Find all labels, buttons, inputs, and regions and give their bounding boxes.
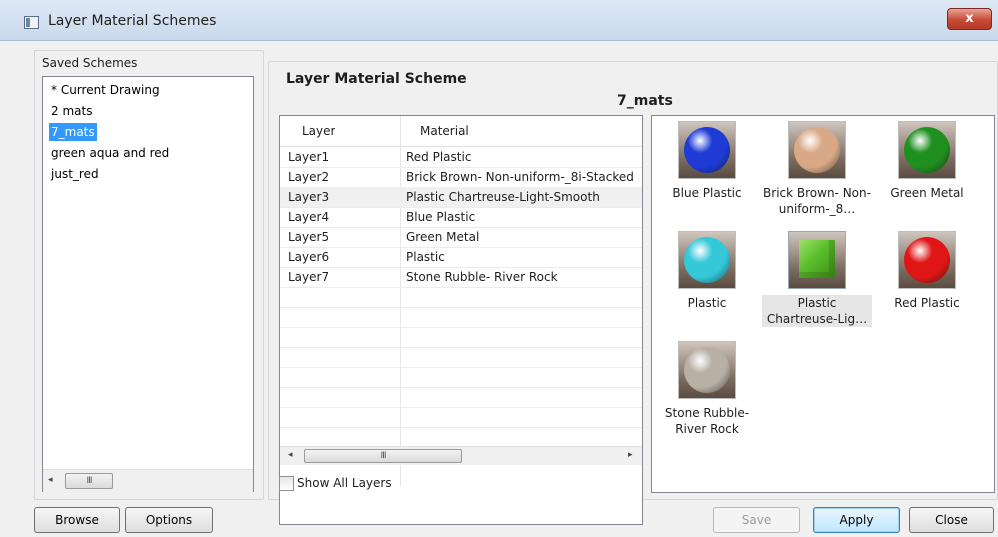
apply-button[interactable]: Apply	[813, 507, 900, 533]
material-preview-image	[898, 121, 956, 179]
material-name-cell: Brick Brown- Non-uniform-_8i-Stacked	[406, 170, 634, 184]
table-row[interactable]: Layer7 Stone Rubble- River Rock	[280, 267, 642, 288]
material-swatch-grid[interactable]: Blue Plastic Brick Brown- Non-uniform-_8……	[651, 115, 995, 493]
column-header-material[interactable]: Material	[420, 121, 469, 141]
layer-table-scroll-thumb[interactable]: III	[304, 449, 462, 463]
sphere-preview-icon	[794, 127, 840, 173]
table-row-empty	[280, 327, 642, 348]
table-row-empty	[280, 427, 642, 448]
saved-schemes-label: Saved Schemes	[42, 56, 138, 70]
table-row-empty	[280, 347, 642, 368]
layer-material-scheme-group: Layer Material Scheme 7_mats Layer Mater…	[268, 61, 998, 525]
sphere-preview-icon	[684, 127, 730, 173]
table-row[interactable]: Layer6 Plastic	[280, 247, 642, 268]
material-name-cell: Stone Rubble- River Rock	[406, 270, 558, 284]
material-swatch-label: Brick Brown- Non-uniform-_8…	[763, 186, 871, 216]
sphere-preview-icon	[904, 237, 950, 283]
scroll-left-arrow-icon[interactable]: ◂	[288, 450, 293, 460]
material-preview-image	[678, 231, 736, 289]
material-swatch[interactable]: Green Metal	[872, 121, 982, 201]
options-button[interactable]: Options	[125, 507, 213, 533]
table-row-empty	[280, 307, 642, 328]
table-row[interactable]: Layer5 Green Metal	[280, 227, 642, 248]
scheme-list-item[interactable]: * Current Drawing	[49, 81, 162, 99]
sphere-preview-icon	[904, 127, 950, 173]
layer-name-cell: Layer3	[288, 190, 330, 204]
scheme-list-item[interactable]: just_red	[49, 165, 101, 183]
material-name-cell: Red Plastic	[406, 150, 472, 164]
column-divider	[400, 116, 401, 146]
material-name-cell: Blue Plastic	[406, 210, 476, 224]
saved-schemes-list[interactable]: * Current Drawing 2 mats 7_matsgreen aqua …	[42, 76, 254, 492]
show-all-layers-label: Show All Layers	[297, 476, 392, 490]
layer-name-cell: Layer6	[288, 250, 330, 264]
material-swatch[interactable]: Brick Brown- Non-uniform-_8…	[762, 121, 872, 217]
material-swatch[interactable]: Plastic Chartreuse-Lig…	[762, 231, 872, 327]
material-swatch[interactable]: Blue Plastic	[652, 121, 762, 201]
layer-table[interactable]: Layer Material Layer1 Red Plastic Layer2 Br…	[279, 115, 643, 525]
table-row[interactable]: Layer3 Plastic Chartreuse-Light-Smooth	[280, 187, 642, 208]
checkbox-box[interactable]	[279, 476, 294, 491]
layer-name-cell: Layer1	[288, 150, 330, 164]
material-name-cell: Plastic	[406, 250, 445, 264]
table-row[interactable]: Layer1 Red Plastic	[280, 147, 642, 168]
scroll-grip-icon: III	[380, 451, 387, 461]
layer-table-header: Layer Material	[280, 116, 642, 147]
sphere-preview-icon	[684, 237, 730, 283]
material-swatch[interactable]: Red Plastic	[872, 231, 982, 311]
close-button[interactable]: Close	[909, 507, 994, 533]
scheme-name: 7_mats	[617, 93, 673, 109]
scroll-grip-icon: III	[86, 476, 93, 486]
window-icon	[24, 16, 39, 29]
material-swatch-label: Plastic	[687, 296, 727, 310]
material-preview-image	[788, 231, 846, 289]
table-row[interactable]: Layer2 Brick Brown- Non-uniform-_8i-Stack…	[280, 167, 642, 188]
material-preview-image	[678, 121, 736, 179]
material-preview-image	[678, 341, 736, 399]
material-swatch-label: Green Metal	[890, 186, 964, 200]
material-swatch-label: Blue Plastic	[672, 186, 742, 200]
material-preview-image	[898, 231, 956, 289]
window-title: Layer Material Schemes	[48, 13, 217, 29]
layer-rows: Layer1 Red Plastic Layer2 Brick Brown- Non-…	[280, 147, 642, 448]
layer-name-cell: Layer4	[288, 210, 330, 224]
cube-preview-icon	[799, 240, 835, 278]
material-name-cell: Green Metal	[406, 230, 480, 244]
saved-schemes-group: Saved Schemes * Current Drawing 2 mats 7_m…	[34, 50, 264, 500]
layer-table-hscroll[interactable]: ◂ III ▸	[280, 446, 642, 465]
scroll-right-arrow-icon[interactable]: ▸	[628, 450, 633, 460]
material-name-cell: Plastic Chartreuse-Light-Smooth	[406, 190, 600, 204]
material-preview-image	[788, 121, 846, 179]
scheme-group-title: Layer Material Scheme	[286, 71, 467, 87]
saved-schemes-hscroll[interactable]: ◂ III	[43, 469, 253, 492]
material-swatch-label: Red Plastic	[894, 296, 960, 310]
table-row[interactable]: Layer4 Blue Plastic	[280, 207, 642, 228]
scroll-left-arrow-icon[interactable]: ◂	[48, 475, 53, 485]
saved-schemes-scroll-thumb[interactable]: III	[65, 473, 113, 489]
material-swatch-label: Stone Rubble- River Rock	[664, 406, 750, 436]
title-bar[interactable]: Layer Material Schemes x	[0, 0, 998, 41]
material-swatch[interactable]: Stone Rubble- River Rock	[652, 341, 762, 437]
scheme-list-item[interactable]: 2 mats	[49, 102, 94, 120]
table-row-empty	[280, 367, 642, 388]
browse-button[interactable]: Browse	[34, 507, 120, 533]
column-header-layer[interactable]: Layer	[302, 121, 335, 141]
save-button[interactable]: Save	[713, 507, 800, 533]
close-window-button[interactable]: x	[947, 8, 992, 30]
table-row-empty	[280, 387, 642, 408]
material-swatch[interactable]: Plastic	[652, 231, 762, 311]
table-row-empty	[280, 287, 642, 308]
layer-name-cell: Layer5	[288, 230, 330, 244]
table-row-empty	[280, 407, 642, 428]
layer-name-cell: Layer7	[288, 270, 330, 284]
sphere-preview-icon	[684, 347, 730, 393]
scheme-list-item[interactable]: green aqua and red	[49, 144, 171, 162]
layer-name-cell: Layer2	[288, 170, 330, 184]
scheme-list-item[interactable]: 7_mats	[49, 123, 97, 141]
material-swatch-label: Plastic Chartreuse-Lig…	[762, 295, 872, 327]
dialog-window: Layer Material Schemes x Saved Schemes *…	[0, 0, 998, 537]
